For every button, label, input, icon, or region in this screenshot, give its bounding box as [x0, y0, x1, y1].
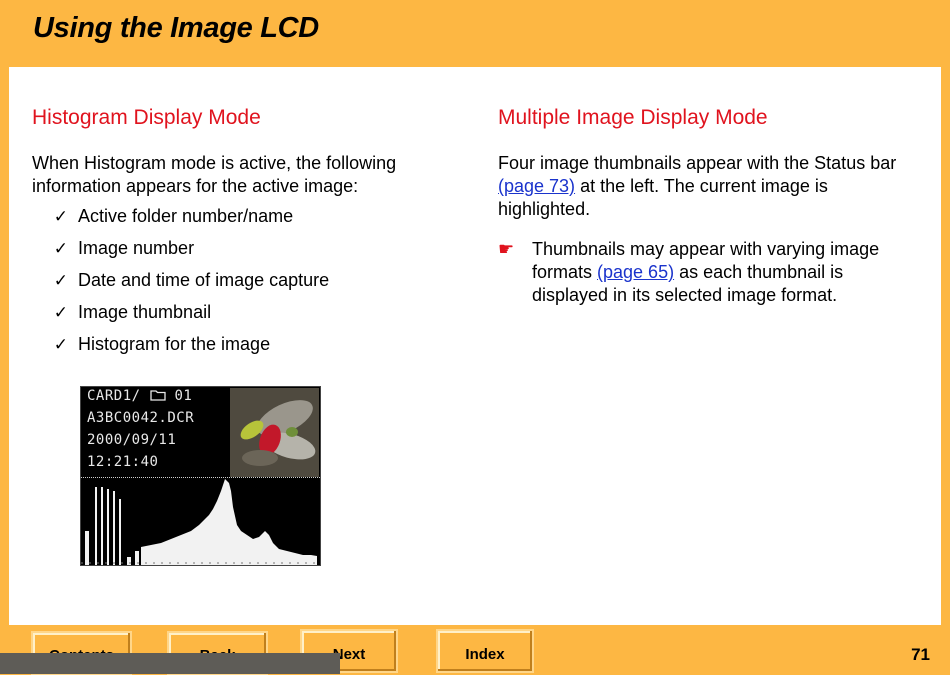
list-item: ✓ Active folder number/name: [32, 205, 329, 237]
check-icon: ✓: [53, 303, 68, 322]
list-item: ✓ Image thumbnail: [32, 301, 329, 333]
histogram-intro: When Histogram mode is active, the follo…: [32, 153, 397, 196]
lcd-histogram-screen: CARD1/ 01 A3BC0042.DCR 2000/09/11 12:21:…: [80, 386, 321, 566]
list-item-label: Active folder number/name: [78, 206, 294, 226]
histogram-heading: Histogram Display Mode: [32, 106, 261, 129]
lcd-folder-number: 01: [174, 388, 193, 404]
footer-overlay-bar: [0, 653, 340, 674]
footer-nav: Contents Back Next Index 71: [0, 625, 950, 675]
histogram-info-list: ✓ Active folder number/name ✓ Image numb…: [32, 205, 329, 365]
multiple-image-intro: Four image thumbnails appear with the St…: [498, 152, 908, 221]
list-item-label: Histogram for the image: [78, 334, 271, 354]
check-icon: ✓: [53, 335, 68, 354]
page-73-link[interactable]: (page 73): [498, 176, 575, 196]
folder-icon: [149, 390, 166, 401]
page-65-link[interactable]: (page 65): [597, 262, 674, 282]
list-item-label: Image number: [78, 238, 195, 258]
list-item-label: Image thumbnail: [78, 302, 212, 322]
check-icon: ✓: [53, 207, 68, 226]
list-item: ✓ Histogram for the image: [32, 333, 329, 365]
thumbnail-note: ☛ Thumbnails may appear with varying ima…: [498, 238, 918, 307]
page-number: 71: [911, 645, 930, 664]
index-button[interactable]: Index: [436, 629, 534, 673]
content-panel: Histogram Display Mode When Histogram mo…: [9, 67, 941, 625]
page-title: Using the Image LCD: [33, 12, 319, 44]
note-text: Thumbnails may appear with varying image…: [532, 238, 918, 307]
lcd-folder-line: CARD1/ 01: [87, 388, 192, 404]
lcd-divider: [81, 477, 320, 478]
check-icon: ✓: [53, 271, 68, 290]
check-icon: ✓: [53, 239, 68, 258]
intro-text-1: Four image thumbnails appear with the St…: [498, 153, 897, 173]
lcd-histogram: [81, 479, 320, 565]
list-item: ✓ Image number: [32, 237, 329, 269]
multiple-image-heading: Multiple Image Display Mode: [498, 106, 768, 129]
list-item: ✓ Date and time of image capture: [32, 269, 329, 301]
list-item-label: Date and time of image capture: [78, 270, 330, 290]
lcd-time: 12:21:40: [87, 454, 159, 470]
lcd-image-thumbnail: [230, 388, 319, 477]
lcd-date: 2000/09/11: [87, 432, 177, 448]
lcd-image-number: A3BC0042.DCR: [87, 410, 195, 426]
lcd-card-label: CARD1/: [87, 388, 141, 404]
pointing-hand-icon: ☛: [498, 239, 515, 259]
